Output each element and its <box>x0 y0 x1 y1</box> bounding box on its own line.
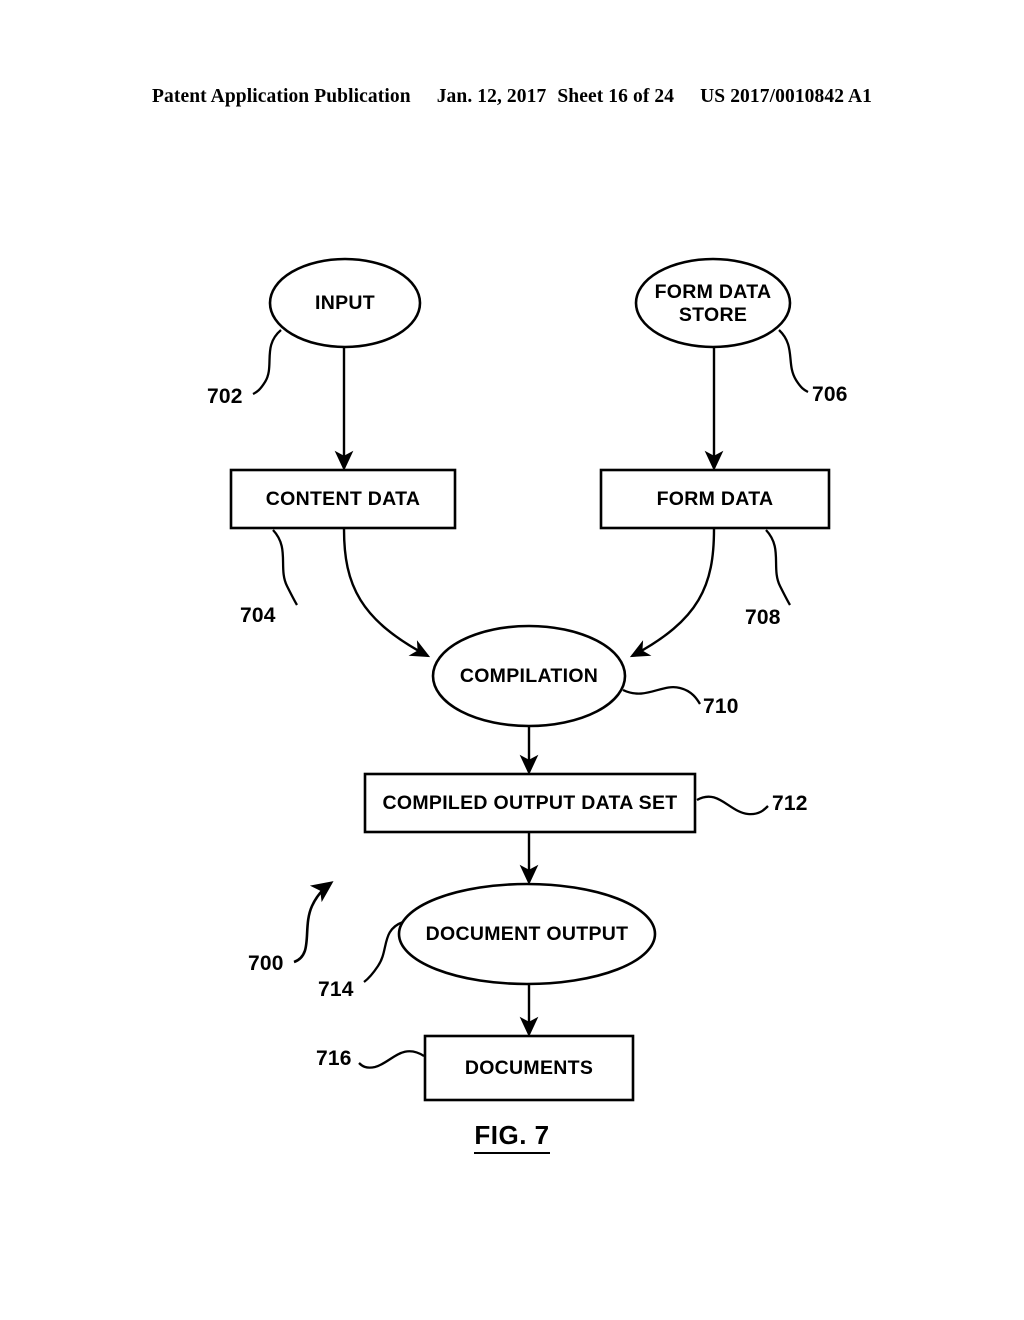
leader-line-702 <box>252 329 282 396</box>
ref-label-716: 716 <box>316 1047 352 1070</box>
ref-label-712: 712 <box>772 792 808 815</box>
leader-line-700-arrow <box>293 881 334 964</box>
node-label-form-data-store: FORM DATA STORE <box>654 281 772 326</box>
node-label-documents: DOCUMENTS <box>464 1057 594 1079</box>
ref-label-706: 706 <box>812 383 848 406</box>
edge-form-data-to-compilation <box>629 528 716 658</box>
leader-line-704 <box>272 529 298 606</box>
leader-line-710 <box>622 685 701 705</box>
figure-caption-text: FIG. 7 <box>474 1120 550 1154</box>
node-label-document-output: DOCUMENT OUTPUT <box>425 923 629 945</box>
node-label-form-data: FORM DATA <box>656 488 774 510</box>
ref-label-714: 714 <box>318 978 354 1001</box>
node-label-compiled-output-data-set: COMPILED OUTPUT DATA SET <box>382 792 678 814</box>
ref-label-710: 710 <box>703 695 739 718</box>
ref-label-704: 704 <box>240 604 276 627</box>
leader-line-708 <box>765 529 791 606</box>
ref-label-708: 708 <box>745 606 781 629</box>
leader-line-714 <box>363 920 404 983</box>
leader-line-706 <box>778 329 809 394</box>
edge-content-data-to-compilation <box>342 528 431 658</box>
leader-line-716 <box>358 1050 425 1069</box>
node-label-content-data: CONTENT DATA <box>265 488 421 510</box>
figure-caption: FIG. 7 <box>0 1120 1024 1154</box>
node-label-input: INPUT <box>315 292 375 314</box>
leader-line-712 <box>696 795 769 816</box>
ref-label-702: 702 <box>207 385 243 408</box>
node-label-compilation: COMPILATION <box>459 665 599 687</box>
ref-label-700: 700 <box>248 952 284 975</box>
